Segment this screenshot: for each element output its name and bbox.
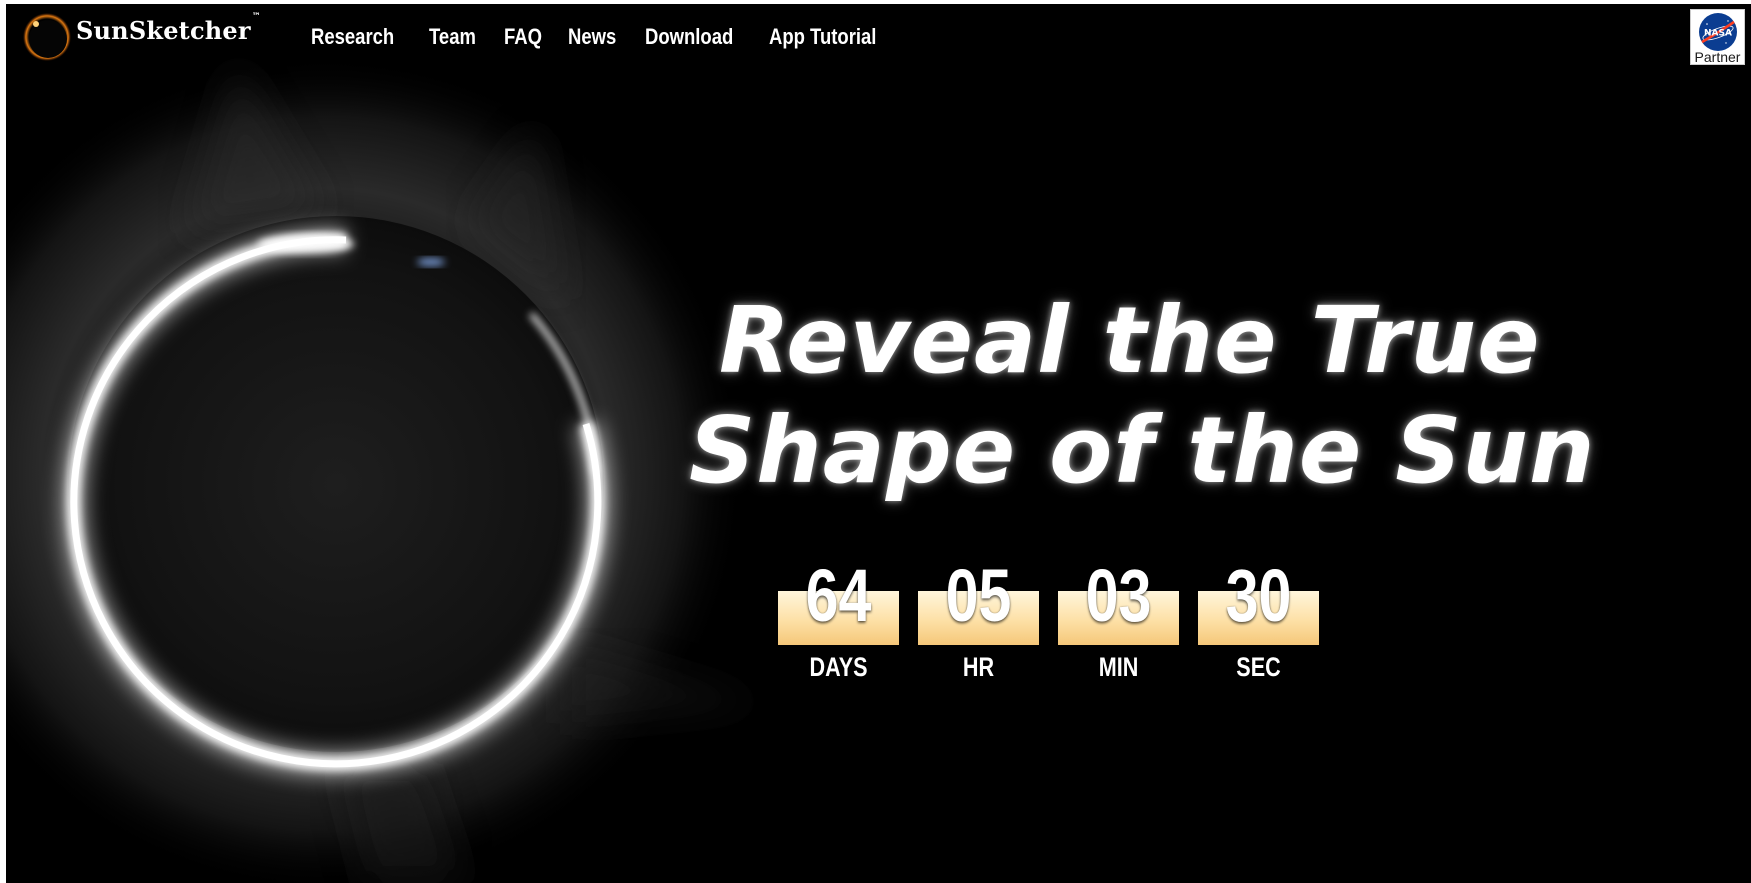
brand-name: SunSketcher™	[76, 11, 261, 45]
countdown-seconds: 30 SEC	[1198, 555, 1319, 683]
eclipse-countdown: 64 DAYS 05 HR 03 MIN 30 SEC	[778, 555, 1319, 683]
nasa-partner-badge[interactable]: NASA Partner	[1690, 9, 1745, 65]
countdown-minutes: 03 MIN	[1058, 555, 1179, 683]
nav-item-news[interactable]: News	[568, 24, 616, 50]
nav-item-research[interactable]: Research	[311, 24, 394, 50]
countdown-hours-value: 05	[945, 554, 1012, 637]
countdown-hours-box: 05	[918, 555, 1039, 645]
sunsketcher-logo-link[interactable]: SunSketcher™	[22, 12, 261, 62]
nasa-logo-icon: NASA	[1698, 13, 1737, 51]
hero-headline: Reveal the True Shape of the Sun	[689, 286, 1689, 506]
countdown-seconds-value: 30	[1225, 554, 1292, 637]
page-root: SunSketcher™ Research Team FAQ News Down…	[6, 4, 1751, 883]
countdown-days-label: DAYS	[809, 652, 868, 682]
countdown-days-value: 64	[805, 554, 872, 637]
nav-item-app-tutorial[interactable]: App Tutorial	[769, 24, 876, 50]
trademark-symbol: ™	[251, 11, 261, 22]
countdown-seconds-box: 30	[1198, 555, 1319, 645]
nasa-logo-text: NASA	[1704, 29, 1732, 39]
nav-item-download[interactable]: Download	[645, 24, 733, 50]
countdown-hours: 05 HR	[918, 555, 1039, 683]
main-nav: Research Team FAQ News Download App Tuto…	[311, 24, 916, 50]
eclipse-logo-icon	[23, 13, 71, 61]
nav-item-faq[interactable]: FAQ	[504, 24, 542, 50]
headline-line-2: Shape of the Sun	[689, 397, 1596, 504]
nav-item-team[interactable]: Team	[429, 24, 476, 50]
countdown-seconds-label: SEC	[1236, 652, 1281, 682]
countdown-days: 64 DAYS	[778, 555, 899, 683]
countdown-hours-label: HR	[962, 652, 995, 682]
eclipse-graphic	[6, 4, 766, 883]
partner-label: Partner	[1694, 49, 1741, 65]
countdown-minutes-value: 03	[1085, 554, 1152, 637]
eclipse-hero-image	[6, 4, 766, 883]
headline-line-1: Reveal the True	[719, 287, 1541, 394]
countdown-minutes-label: MIN	[1098, 652, 1139, 682]
countdown-minutes-box: 03	[1058, 555, 1179, 645]
countdown-days-box: 64	[778, 555, 899, 645]
